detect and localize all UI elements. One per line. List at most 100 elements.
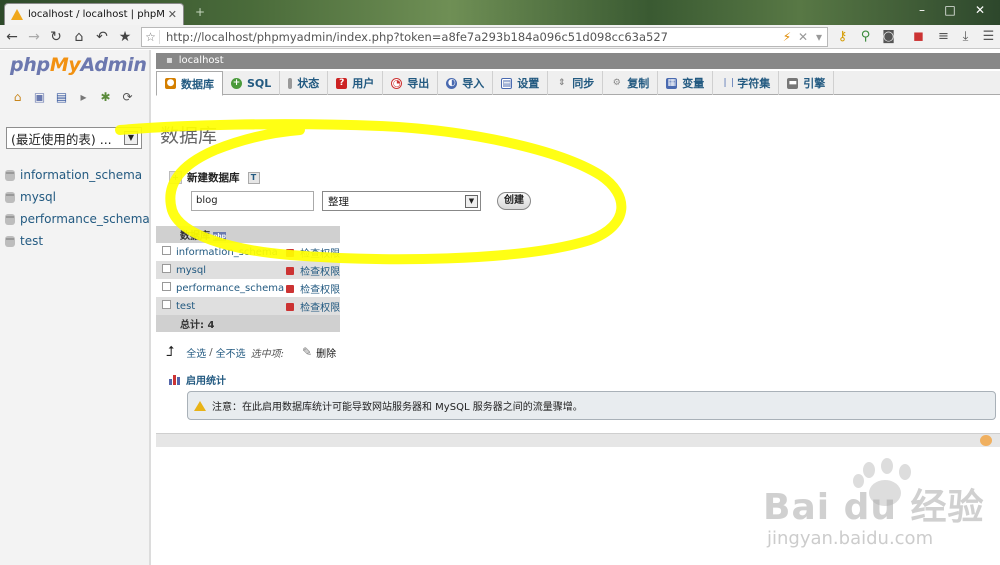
- tab-engines[interactable]: ▬ 引擎: [779, 71, 835, 95]
- reload-nav-icon[interactable]: ⟳: [120, 90, 135, 105]
- tab-variables[interactable]: ▦ 变量: [658, 71, 714, 95]
- settings-icon[interactable]: ✱: [98, 90, 113, 105]
- new-database-icon: +: [169, 171, 182, 184]
- sidebar-db-label[interactable]: test: [20, 234, 43, 248]
- enable-statistics-label[interactable]: 启用统计: [186, 372, 226, 387]
- row-checkbox[interactable]: [156, 282, 176, 294]
- chevron-down-icon[interactable]: ▼: [465, 194, 478, 208]
- url-text[interactable]: http://localhost/phpmyadmin/index.php?to…: [166, 30, 779, 44]
- enable-statistics-link[interactable]: 启用统计: [169, 372, 226, 387]
- check-privileges-link[interactable]: 检查权限: [284, 243, 341, 261]
- help-icon[interactable]: T: [247, 171, 260, 184]
- sql-icon: +: [231, 77, 242, 89]
- tab-users[interactable]: ? 用户: [328, 71, 384, 95]
- check-privileges-link[interactable]: 检查权限: [284, 297, 341, 315]
- tab-status[interactable]: 状态: [280, 71, 329, 95]
- collation-select[interactable]: 整理 ▼: [322, 191, 481, 211]
- menu-bars-icon[interactable]: ≡: [935, 28, 952, 46]
- create-button[interactable]: 创建: [497, 192, 531, 210]
- sidebar-db-item[interactable]: mysql: [5, 186, 150, 208]
- sidebar-db-label[interactable]: performance_schema: [20, 212, 150, 226]
- check-all-link[interactable]: 全选: [186, 345, 206, 360]
- row-checkbox[interactable]: [156, 246, 176, 258]
- extension-icon[interactable]: ◼: [910, 28, 927, 46]
- row-checkbox[interactable]: [156, 264, 176, 276]
- tab-settings[interactable]: ▤ 设置: [493, 71, 549, 95]
- sidebar-db-item[interactable]: information_schema: [5, 164, 150, 186]
- search-extension-icon[interactable]: ⚲: [857, 28, 874, 46]
- browser-tab[interactable]: localhost / localhost | phpMyAd... ✕: [4, 3, 184, 25]
- row-checkbox[interactable]: [156, 300, 176, 312]
- check-privileges-label[interactable]: 检查权限: [300, 249, 340, 260]
- console-icon[interactable]: [980, 435, 992, 446]
- recent-tables-select[interactable]: (最近使用的表) ... ▼: [6, 127, 142, 149]
- status-icon: [288, 77, 293, 89]
- bookmark-icon[interactable]: ★: [116, 28, 134, 46]
- tab-sync[interactable]: ⇕ 同步: [548, 71, 604, 95]
- sidebar-db-label[interactable]: information_schema: [20, 168, 142, 182]
- breadcrumb: ▪ localhost: [156, 53, 1000, 69]
- new-tab-button[interactable]: +: [192, 5, 208, 19]
- browser-tab-strip: localhost / localhost | phpMyAd... ✕ + –…: [0, 0, 1000, 25]
- query-window-icon[interactable]: ▤: [54, 90, 69, 105]
- home-icon[interactable]: ⌂: [70, 28, 88, 46]
- docs-icon[interactable]: ▸: [76, 90, 91, 105]
- database-link[interactable]: performance_schema: [176, 283, 284, 294]
- database-link[interactable]: mysql: [176, 265, 206, 276]
- undo-icon[interactable]: ↶: [93, 28, 111, 46]
- address-bar[interactable]: ☆ http://localhost/phpmyadmin/index.php?…: [141, 27, 828, 47]
- maximize-icon[interactable]: □: [936, 0, 964, 20]
- tab-import[interactable]: ◐ 导入: [438, 71, 494, 95]
- tab-label: 状态: [297, 77, 320, 90]
- check-privileges-label[interactable]: 检查权限: [300, 267, 340, 278]
- logo-php: php: [10, 54, 50, 76]
- pencil-icon[interactable]: ✎: [302, 345, 312, 359]
- close-tab-icon[interactable]: ✕: [168, 8, 177, 21]
- favorite-star-icon[interactable]: ☆: [142, 30, 160, 44]
- address-dropdown-icon[interactable]: ▾: [811, 30, 827, 44]
- sidebar-db-label[interactable]: mysql: [20, 190, 56, 204]
- tab-export[interactable]: ◔ 导出: [383, 71, 439, 95]
- collation-value: 整理: [328, 195, 349, 208]
- camera-icon[interactable]: ◙: [880, 28, 897, 46]
- download-icon[interactable]: ⤓: [957, 28, 974, 46]
- sidebar-db-item[interactable]: performance_schema: [5, 208, 150, 230]
- sort-icon[interactable]: php: [213, 231, 226, 241]
- settings-menu-icon[interactable]: ☰: [980, 28, 997, 46]
- uncheck-all-link[interactable]: 全不选: [216, 345, 246, 360]
- check-privileges-label[interactable]: 检查权限: [300, 303, 340, 314]
- lightning-icon[interactable]: ⚡: [779, 30, 795, 44]
- minimize-icon[interactable]: –: [908, 0, 936, 20]
- check-privileges-link[interactable]: 检查权限: [284, 261, 341, 279]
- phpmyadmin-logo[interactable]: phpMyAdmin: [10, 54, 147, 76]
- check-privileges-link[interactable]: 检查权限: [284, 279, 341, 297]
- chevron-down-icon[interactable]: ▼: [124, 131, 138, 145]
- breadcrumb-server[interactable]: localhost: [179, 55, 224, 66]
- tab-replication[interactable]: ⚙ 复制: [603, 71, 659, 95]
- sidebar-db-item[interactable]: test: [5, 230, 150, 252]
- database-name-input[interactable]: blog: [191, 191, 314, 211]
- forward-icon[interactable]: →: [25, 28, 43, 46]
- tab-label: 复制: [627, 77, 650, 90]
- check-privileges-label[interactable]: 检查权限: [300, 285, 340, 296]
- column-header-label[interactable]: 数据库: [180, 231, 210, 242]
- tab-sql[interactable]: + SQL: [223, 71, 281, 95]
- back-icon[interactable]: ←: [3, 28, 21, 46]
- databases-table: 数据库 php information_schema 检查权限 mysql 检查权…: [156, 226, 341, 332]
- close-window-icon[interactable]: ✕: [966, 0, 994, 20]
- home-icon[interactable]: ⌂: [10, 90, 25, 105]
- column-header-database[interactable]: 数据库 php: [156, 226, 285, 243]
- pin-icon[interactable]: ✕: [795, 30, 811, 44]
- tab-databases[interactable]: ● 数据库: [156, 71, 223, 96]
- logout-icon[interactable]: ▣: [32, 90, 47, 105]
- warning-icon: [194, 400, 206, 411]
- page-title: 数据库: [160, 125, 218, 147]
- reload-icon[interactable]: ↻: [47, 28, 65, 46]
- database-link[interactable]: information_schema: [176, 247, 278, 258]
- browser-tab-title: localhost / localhost | phpMyAd...: [28, 9, 164, 20]
- key-icon[interactable]: ⚷: [834, 28, 851, 46]
- baidu-watermark: Bai du 经验 jingyan.baidu.com: [745, 458, 1000, 565]
- database-link[interactable]: test: [176, 301, 195, 312]
- drop-button[interactable]: 删除: [316, 345, 336, 360]
- tab-charsets[interactable]: ❘❘ 字符集: [713, 71, 780, 95]
